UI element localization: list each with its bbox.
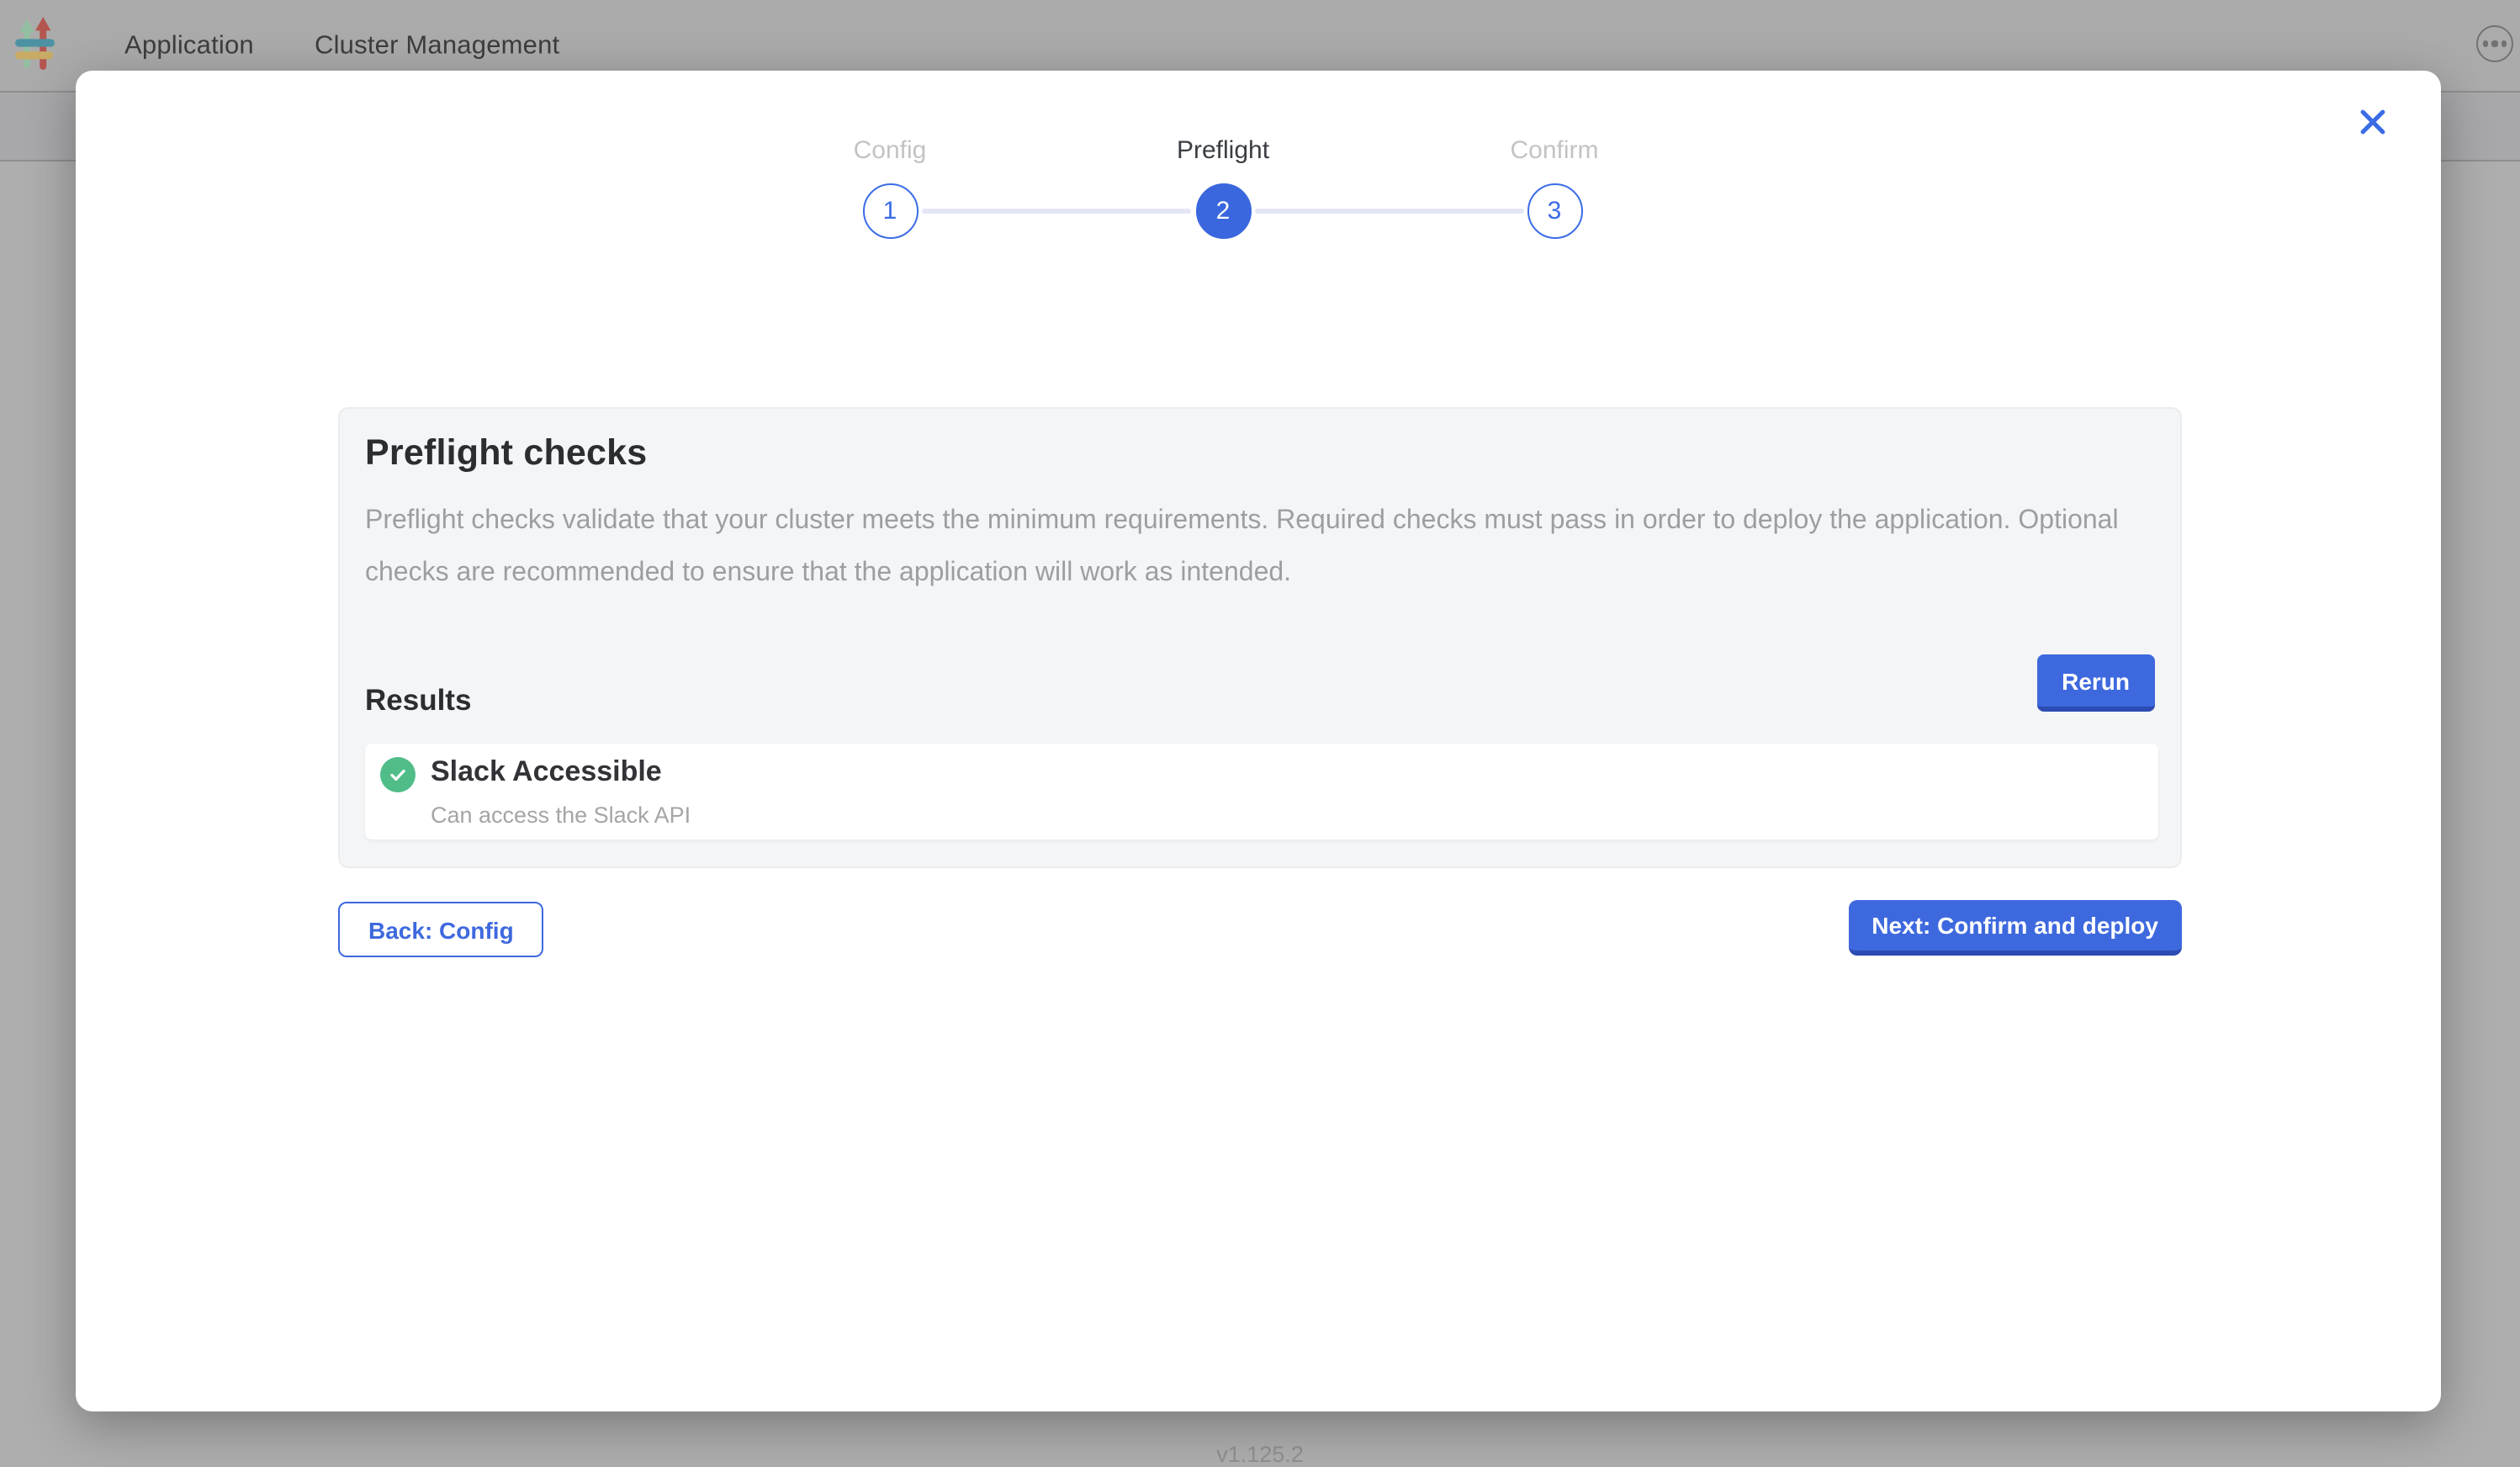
ellipsis-menu-button[interactable] xyxy=(2476,25,2513,62)
rerun-button[interactable]: Rerun xyxy=(2036,654,2155,712)
check-title: Slack Accessible xyxy=(431,755,662,789)
close-icon[interactable] xyxy=(2353,103,2390,140)
panel-description: Preflight checks validate that your clus… xyxy=(365,495,2145,599)
nav-tab-application[interactable]: Application xyxy=(124,31,254,61)
check-detail: Can access the Slack API xyxy=(431,802,691,828)
nav-tab-cluster-management[interactable]: Cluster Management xyxy=(315,31,559,61)
panel-title: Preflight checks xyxy=(365,432,647,474)
step-preflight: Preflight 2 xyxy=(1105,138,1341,239)
app-logo-icon xyxy=(15,17,56,72)
step-circle-1[interactable]: 1 xyxy=(862,183,918,239)
version-label: v1.125.2 xyxy=(0,1442,2520,1467)
next-confirm-deploy-button[interactable]: Next: Confirm and deploy xyxy=(1848,900,2182,956)
results-heading: Results xyxy=(365,683,471,718)
screen: Application Cluster Management v1.125.2 … xyxy=(0,0,2520,1467)
check-circle-icon xyxy=(380,757,416,792)
step-config: Config 1 xyxy=(772,138,1008,239)
check-result-row: Slack Accessible Can access the Slack AP… xyxy=(365,744,2158,839)
step-circle-3[interactable]: 3 xyxy=(1527,183,1582,239)
preflight-modal: Config 1 Preflight 2 Confirm 3 Preflight… xyxy=(76,71,2441,1411)
step-circle-2[interactable]: 2 xyxy=(1195,183,1251,239)
step-label: Preflight xyxy=(1105,138,1341,165)
preflight-panel: Preflight checks Preflight checks valida… xyxy=(338,407,2182,868)
step-label: Confirm xyxy=(1437,138,1672,165)
step-label: Config xyxy=(772,138,1008,165)
step-confirm: Confirm 3 xyxy=(1437,138,1672,239)
back-config-button[interactable]: Back: Config xyxy=(338,902,544,957)
